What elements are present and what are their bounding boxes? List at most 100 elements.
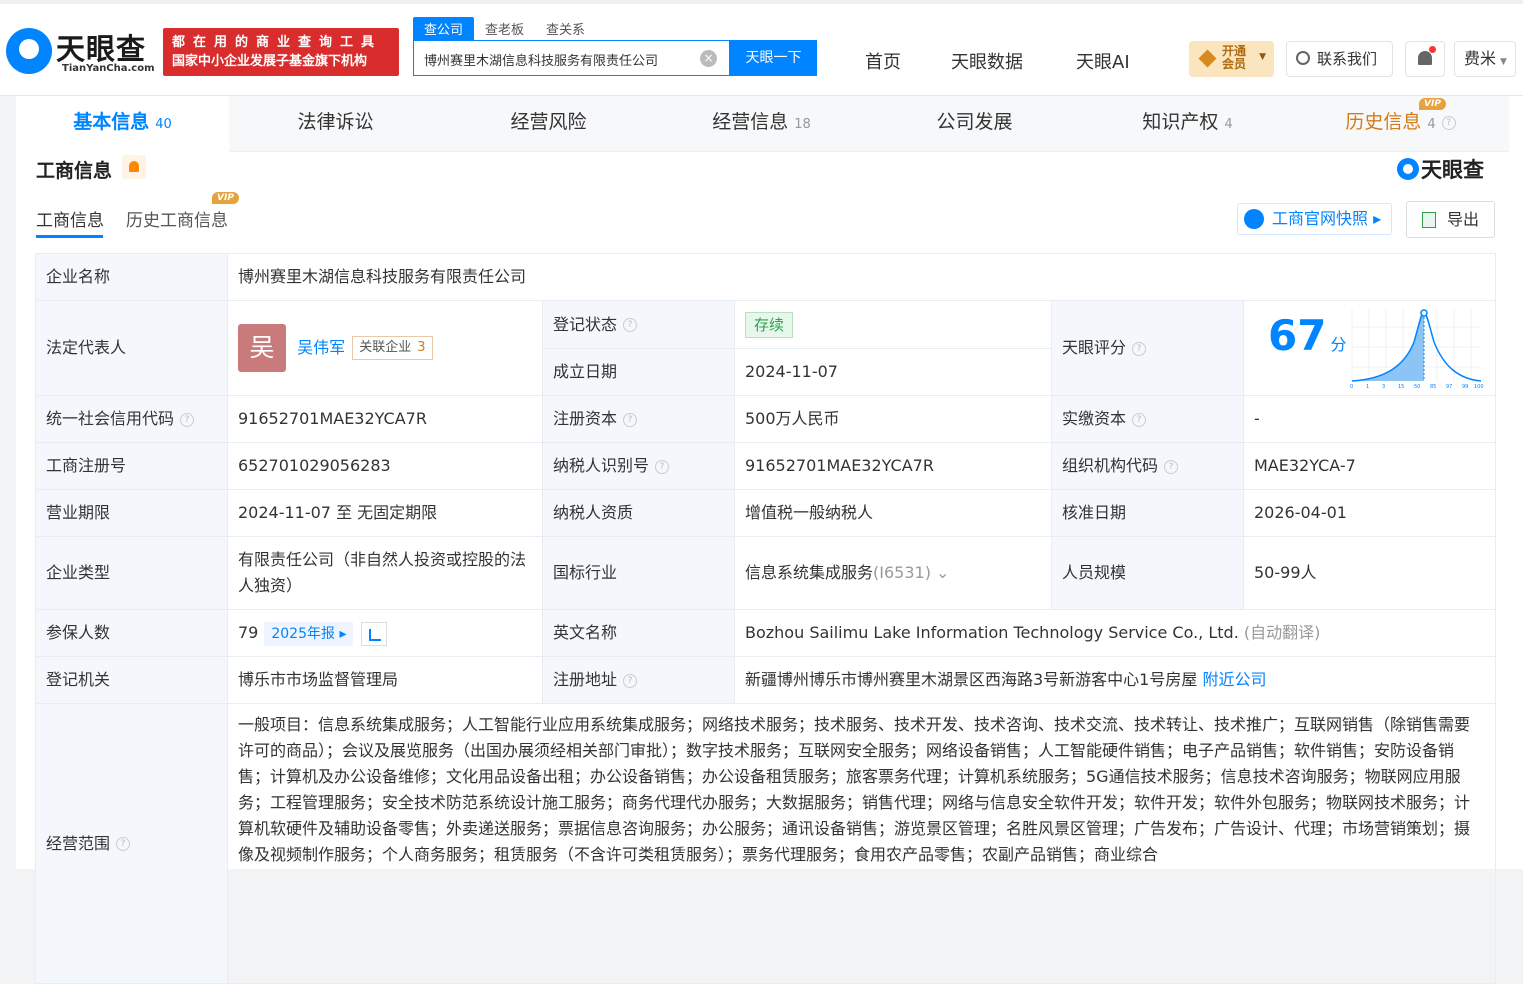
unread-dot [1429, 46, 1436, 53]
main-content: 基本信息 40 法律诉讼 经营风险 经营信息 18 公司发展 知识产权 4 历史信息 4… [16, 96, 1523, 984]
english-name: Bozhou Sailimu Lake Information Technolo… [745, 623, 1239, 642]
tab-risk[interactable]: 经营风险 [442, 96, 655, 152]
key-staff-size: 人员规模 [1051, 536, 1244, 610]
tab-operation[interactable]: 经营信息 18 [655, 96, 868, 152]
user-menu[interactable]: 费米 ▼ [1454, 41, 1516, 77]
tab-count: 4 [1224, 117, 1233, 132]
reg-address-cell: 新疆博州博乐市博州赛里木湖景区西海路3号新游客中心1号房屋 附近公司 [733, 656, 1497, 704]
score-cell[interactable]: 67 分 0 1 3 15 50 85 97 99 100 [1242, 300, 1497, 396]
approval-date: 2026-04-01 [1242, 489, 1497, 537]
tick-label: 97 [1446, 384, 1452, 390]
section-title: 工商信息 [36, 160, 113, 182]
excel-icon [1422, 212, 1436, 228]
search-tab-boss[interactable]: 查老板 [474, 17, 535, 40]
help-icon[interactable]: ? [623, 673, 638, 688]
avatar[interactable]: 吴 [238, 324, 286, 372]
clear-icon[interactable]: × [700, 50, 717, 67]
subtab-history-business[interactable]: 历史工商信息 VIP [126, 192, 239, 231]
score-value: 67 [1268, 311, 1327, 360]
tick-label: 0 [1350, 384, 1353, 390]
business-info-table: 企业名称 博州赛里木湖信息科技服务有限责任公司 法定代表人 吴 吴伟军 关联企业… [35, 253, 1497, 984]
status-badge: 存续 [745, 311, 794, 338]
logo-mark-icon [1397, 158, 1419, 180]
open-vip-button[interactable]: 开通 会员 ▼ [1189, 41, 1274, 77]
slogan-line1: 都在用的商业查询工具 [172, 35, 383, 50]
search-tab-company[interactable]: 查公司 [413, 17, 475, 40]
export-button[interactable]: 导出 [1406, 201, 1495, 238]
tab-ip[interactable]: 知识产权 4 [1081, 96, 1294, 152]
key-label: 实缴资本 [1062, 409, 1127, 428]
nav-home[interactable]: 首页 [865, 48, 901, 74]
search-button[interactable]: 天眼一下 [730, 40, 817, 76]
reg-capital: 500万人民币 [734, 395, 1052, 443]
key-label: 经营范围 [46, 833, 111, 853]
logo-domain: TianYanCha.com [62, 63, 155, 74]
tab-legal[interactable]: 法律诉讼 [229, 96, 442, 152]
tab-history[interactable]: 历史信息 4? VIP [1294, 96, 1507, 152]
reg-authority: 博乐市市场监督管理局 [227, 656, 543, 704]
staff-size: 50-99人 [1242, 536, 1497, 610]
key-label: 注册地址 [553, 670, 618, 689]
tick-label: 1 [1366, 384, 1369, 390]
tick-label: 85 [1430, 384, 1436, 390]
monitor-bell-icon[interactable] [122, 155, 146, 179]
caret-down-icon: ▼ [1500, 57, 1507, 67]
key-label: 天眼评分 [1062, 338, 1127, 357]
auto-translate-note: (自动翻译) [1243, 623, 1321, 642]
key-label: 统一社会信用代码 [46, 409, 175, 428]
insured-cell: 79 2025年报 ▸ [227, 609, 543, 657]
key-business-scope: 经营范围? [35, 703, 228, 984]
org-code: MAE32YCA-7 [1242, 442, 1497, 490]
help-icon[interactable]: ? [180, 412, 195, 427]
help-icon[interactable]: ? [623, 412, 638, 427]
key-reg-address: 注册地址? [542, 656, 735, 704]
help-icon[interactable]: ? [116, 837, 131, 851]
nearby-companies-link[interactable]: 附近公司 [1202, 670, 1266, 689]
key-legal-rep: 法定代表人 [35, 300, 228, 396]
key-term: 营业期限 [35, 489, 228, 537]
help-icon[interactable]: ? [655, 459, 670, 474]
key-label: 纳税人识别号 [553, 456, 650, 475]
reg-number: 652701029056283 [227, 442, 543, 490]
related-companies-button[interactable]: 关联企业 3 [352, 336, 433, 360]
credit-code: 91652701MAE32YCA7R [227, 395, 543, 443]
nav-data[interactable]: 天眼数据 [951, 48, 1023, 74]
tab-label: 历史信息 [1345, 111, 1422, 133]
nav-ai[interactable]: 天眼AI [1076, 48, 1130, 74]
chart-icon[interactable] [361, 621, 388, 646]
key-taxpayer-id: 纳税人识别号? [542, 442, 735, 490]
help-icon[interactable]: ? [1132, 412, 1147, 427]
industry-cell[interactable]: 信息系统集成服务(I6531) ⌄ [734, 536, 1052, 610]
notification-button[interactable] [1405, 41, 1445, 77]
help-icon[interactable]: ? [1132, 341, 1147, 356]
legal-rep-name[interactable]: 吴伟军 [297, 338, 345, 357]
logo-name: 天眼查 [56, 32, 147, 66]
slogan-line2: 国家中小企业发展子基金旗下机构 [172, 54, 368, 69]
key-company-name: 企业名称 [35, 253, 228, 301]
official-snapshot-button[interactable]: 工商官网快照 ▸ [1237, 203, 1392, 235]
search-input-box[interactable]: 博州赛里木湖信息科技服务有限责任公司 × [413, 40, 730, 76]
help-icon[interactable]: ? [623, 318, 638, 332]
key-label: 注册资本 [553, 409, 618, 428]
annual-report-button[interactable]: 2025年报 ▸ [264, 622, 354, 646]
caret-down-icon: ▼ [1259, 52, 1266, 62]
key-english-name: 英文名称 [542, 609, 735, 657]
company-tabs: 基本信息 40 法律诉讼 经营风险 经营信息 18 公司发展 知识产权 4 历史信息 4… [16, 96, 1509, 152]
export-label: 导出 [1447, 210, 1480, 229]
tab-basic-info[interactable]: 基本信息 40 [16, 96, 229, 152]
help-icon[interactable]: ? [1441, 115, 1456, 130]
logo-mark-icon [6, 28, 52, 74]
search-input[interactable]: 博州赛里木湖信息科技服务有限责任公司 [424, 50, 658, 69]
key-paid-capital: 实缴资本? [1051, 395, 1244, 443]
tick-label: 50 [1414, 384, 1420, 390]
slogan-banner: 都在用的商业查询工具 国家中小企业发展子基金旗下机构 [163, 28, 399, 76]
help-icon[interactable]: ? [1164, 459, 1179, 474]
top-header: 天眼查 TianYanCha.com 都在用的商业查询工具 国家中小企业发展子基… [0, 0, 1523, 96]
subtab-business-info[interactable]: 工商信息 [36, 206, 104, 231]
tianyancha-logo[interactable]: 天眼查 TianYanCha.com [6, 26, 156, 78]
vip-line2: 会员 [1222, 57, 1247, 71]
tab-development[interactable]: 公司发展 [868, 96, 1081, 152]
search-tab-relation[interactable]: 查关系 [535, 17, 596, 40]
contact-button[interactable]: 联系我们 [1286, 41, 1393, 77]
key-reg-capital: 注册资本? [542, 395, 735, 443]
